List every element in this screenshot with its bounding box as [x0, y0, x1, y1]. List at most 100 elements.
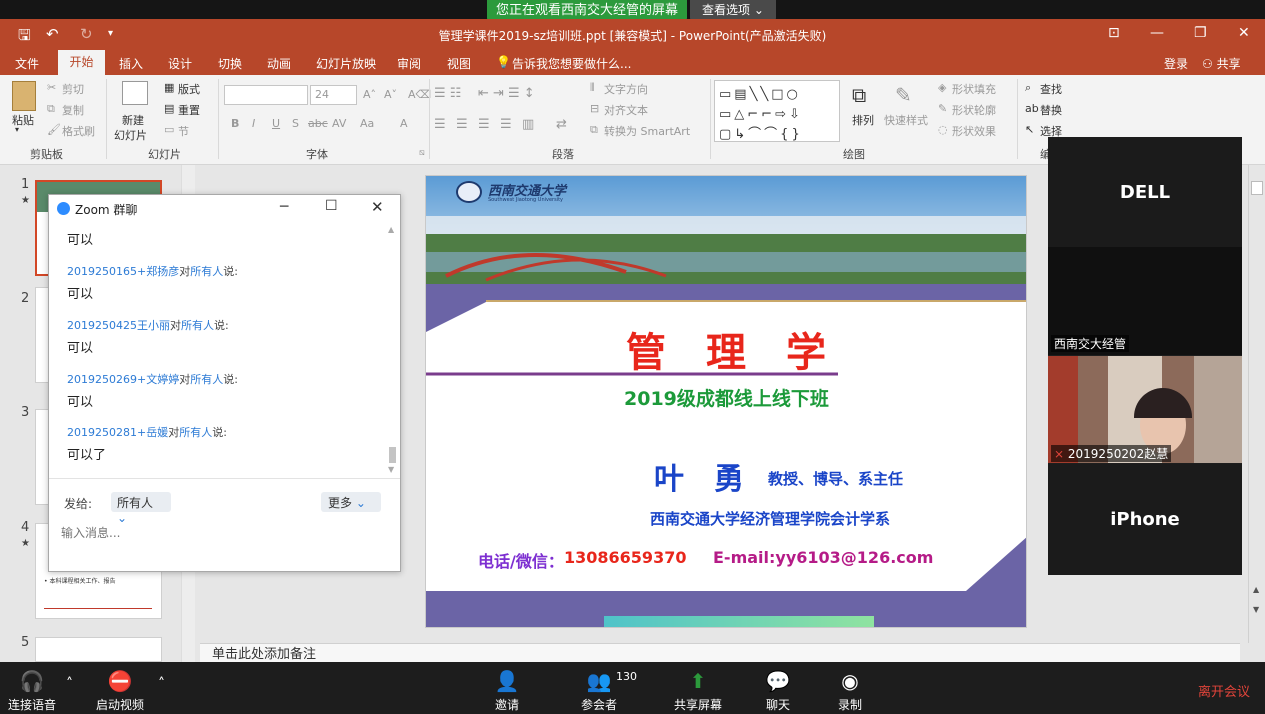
change-case-button[interactable]: Aa [360, 117, 374, 130]
chat-sender[interactable]: 2019250425王小丽 [67, 319, 170, 332]
strikethrough-button[interactable]: abc [308, 117, 328, 130]
italic-button[interactable]: I [252, 117, 255, 130]
restore-icon[interactable]: ❐ [1194, 25, 1207, 41]
shape-fill-button[interactable]: 形状填充 [952, 81, 996, 97]
chevron-down-icon[interactable]: ▼ [1253, 605, 1259, 614]
chevron-up-icon[interactable]: ˄ [66, 676, 73, 692]
chat-divider [49, 478, 400, 479]
align-right-icon[interactable]: ☰ [478, 117, 490, 132]
tab-slideshow[interactable]: 幻灯片放映 [316, 55, 376, 72]
justify-icon[interactable]: ☰ [500, 117, 512, 132]
new-slide-button-2[interactable]: 幻灯片 [114, 127, 147, 143]
presenter-name: 叶 勇 [654, 462, 744, 497]
tell-me-search[interactable]: 告诉我您想要做什么... [512, 55, 631, 72]
tab-transitions[interactable]: 切换 [218, 55, 242, 72]
chat-sender[interactable]: 2019250165+郑扬彦 [67, 265, 179, 278]
chat-message-input[interactable] [61, 522, 381, 544]
replace-button[interactable]: 替换 [1040, 102, 1062, 118]
chat-scroll-thumb[interactable] [389, 447, 396, 463]
chat-sender[interactable]: 2019250269+文婷婷 [67, 373, 179, 386]
columns-icon[interactable]: ▥ [522, 117, 534, 132]
line-spacing-icon[interactable]: ☰ ↕ [508, 86, 535, 101]
tab-design[interactable]: 设计 [168, 55, 192, 72]
tab-review[interactable]: 审阅 [397, 55, 421, 72]
notes-pane[interactable]: 单击此处添加备注 [200, 643, 1240, 662]
shapes-gallery[interactable]: ▭▤╲╲□○ ▭△⌐⌐⇨⇩ ▢↳⌒⌒{} [714, 80, 840, 142]
indent-icon[interactable]: ⇤ ⇥ [478, 86, 504, 101]
slide-thumbnail-5[interactable] [35, 637, 162, 662]
font-size-input[interactable]: 24 [310, 85, 357, 105]
scroll-thumb[interactable] [1251, 181, 1263, 195]
join-audio-button[interactable]: 🎧 连接语音 [4, 666, 60, 713]
start-video-button[interactable]: ⛔ 启动视频 [92, 666, 148, 713]
underline-button[interactable]: U [272, 117, 280, 130]
chat-audience[interactable]: 所有人 [190, 373, 223, 386]
section-button[interactable]: 节 [178, 123, 189, 139]
chat-close-icon[interactable]: ✕ [371, 198, 384, 216]
align-left-icon[interactable]: ☰ [434, 117, 446, 132]
tab-home[interactable]: 开始 [58, 50, 105, 75]
chat-button[interactable]: 💬 聊天 [754, 666, 802, 713]
grow-font-icon[interactable]: A˄ [363, 88, 376, 101]
tab-view[interactable]: 视图 [447, 55, 471, 72]
share-screen-button[interactable]: ⬆ 共享屏幕 [664, 666, 732, 713]
chat-audience[interactable]: 所有人 [179, 426, 212, 439]
layout-button[interactable]: 版式 [178, 81, 200, 97]
chat-audience[interactable]: 所有人 [181, 319, 214, 332]
chat-sender[interactable]: 2019250281+岳媛 [67, 426, 168, 439]
close-window-icon[interactable]: ✕ [1238, 25, 1250, 41]
new-slide-button[interactable]: 新建 [122, 112, 144, 128]
align-center-icon[interactable]: ☰ [456, 117, 468, 132]
chat-maximize-icon[interactable]: ☐ [325, 198, 338, 214]
shadow-button[interactable]: S [292, 117, 299, 130]
font-dialog-launcher-icon[interactable]: ⧅ [419, 148, 425, 158]
shape-effects-button[interactable]: 形状效果 [952, 123, 996, 139]
chevron-up-icon[interactable]: ▲ [388, 225, 394, 234]
tab-insert[interactable]: 插入 [119, 55, 143, 72]
leave-meeting-button[interactable]: 离开会议 [1198, 681, 1250, 700]
video-tile-iphone[interactable]: iPhone [1048, 464, 1242, 575]
quick-styles-button[interactable]: 快速样式 [884, 112, 928, 128]
more-button[interactable]: 更多 ⌄ [321, 492, 381, 512]
tab-animations[interactable]: 动画 [267, 55, 291, 72]
reset-button[interactable]: 重置 [178, 102, 200, 118]
text-direction-button[interactable]: 文字方向 [604, 81, 648, 97]
recipient-dropdown[interactable]: 所有人 ⌄ [111, 492, 171, 525]
ribbon-display-icon[interactable]: ⊡ [1108, 25, 1120, 41]
cut-button[interactable]: 剪切 [62, 81, 84, 97]
chevron-up-icon[interactable]: ˄ [158, 676, 165, 692]
minimize-icon[interactable]: — [1150, 25, 1164, 41]
chat-minimize-icon[interactable]: ─ [280, 199, 288, 215]
video-tile-host[interactable]: 西南交大经管 [1048, 247, 1242, 355]
paragraph-dir-icon[interactable]: ⇄ [556, 117, 567, 132]
video-tile-dell[interactable]: DELL [1048, 137, 1242, 247]
shrink-font-icon[interactable]: A˅ [384, 88, 397, 101]
smartart-button[interactable]: 转换为 SmartArt [604, 123, 690, 139]
paste-dropdown-icon[interactable]: ▾ [15, 125, 19, 134]
video-tile-participant[interactable]: ⨯ 2019250202赵慧 [1048, 356, 1242, 463]
char-spacing-button[interactable]: AV [332, 117, 346, 130]
chevron-down-icon[interactable]: ▼ [388, 465, 394, 474]
align-text-button[interactable]: 对齐文本 [604, 102, 648, 118]
tab-file[interactable]: 文件 [15, 55, 39, 72]
format-painter-button[interactable]: 格式刷 [62, 123, 95, 139]
view-options-button[interactable]: 查看选项 ⌄ [690, 0, 776, 21]
share-button[interactable]: ⚇ 共享 [1202, 55, 1241, 72]
shape-outline-button[interactable]: 形状轮廓 [952, 102, 996, 118]
arrange-button[interactable]: 排列 [852, 112, 874, 128]
slide-canvas: 西南交通大学 Southwest Jiaotong University 管 理… [425, 175, 1027, 628]
chat-scrollbar[interactable]: ▲ ▼ [388, 223, 398, 477]
bullets-icon[interactable]: ☰ ☷ [434, 86, 461, 101]
invite-button[interactable]: 👤 邀请 [482, 666, 532, 713]
record-button[interactable]: ◉ 录制 [826, 666, 874, 713]
chat-audience[interactable]: 所有人 [190, 265, 223, 278]
font-color-button[interactable]: A [400, 117, 408, 130]
login-link[interactable]: 登录 [1164, 55, 1188, 72]
chevron-up-icon[interactable]: ▲ [1253, 585, 1259, 594]
copy-button[interactable]: 复制 [62, 102, 84, 118]
find-button[interactable]: 查找 [1040, 81, 1062, 97]
bold-button[interactable]: B [231, 117, 239, 130]
slide-scrollbar[interactable]: ▲ ▼ [1248, 165, 1265, 643]
clear-format-icon[interactable]: A⌫ [408, 88, 431, 101]
font-family-input[interactable] [224, 85, 308, 105]
